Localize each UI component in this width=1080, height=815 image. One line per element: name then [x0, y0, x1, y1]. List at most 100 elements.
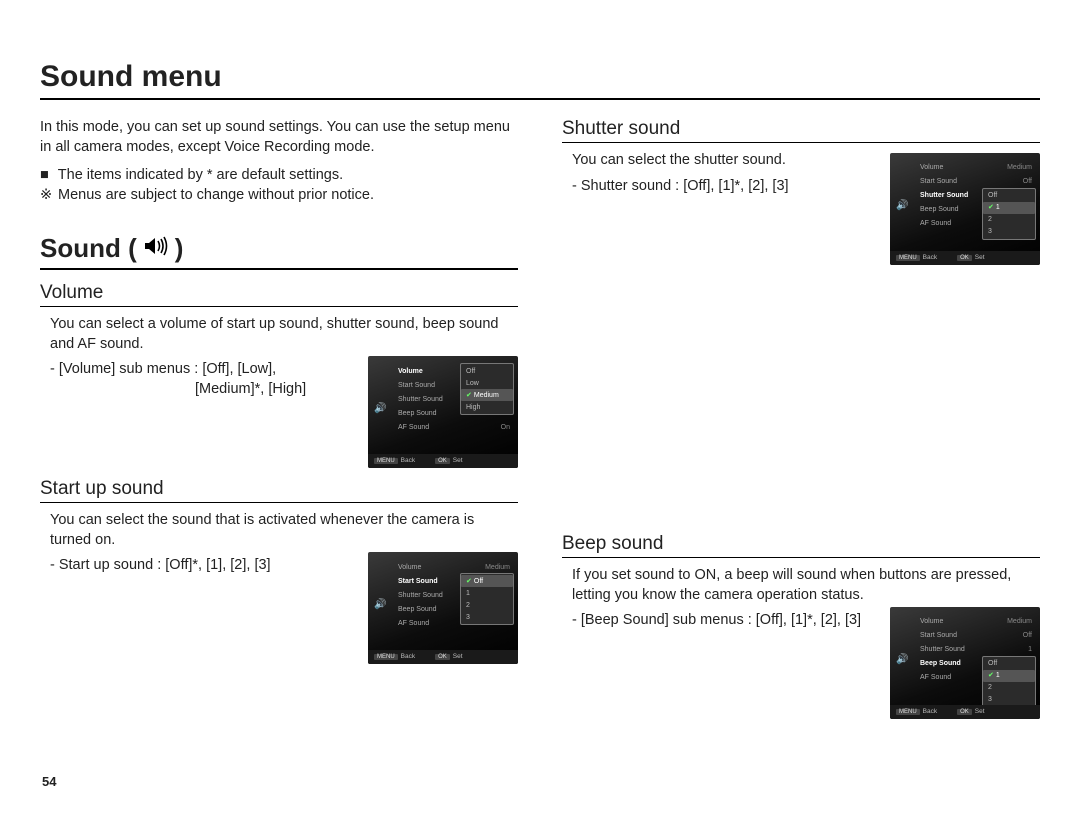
lcd-popup-item-selected: ✔Off: [461, 575, 513, 587]
lcd-value: Off: [1023, 177, 1032, 186]
sound-heading-text: Sound (: [40, 233, 137, 264]
lcd-screenshot-volume: 🔊 Volume Start SoundOff Shutter Sound1 B…: [368, 356, 518, 468]
lcd-set-label: Set: [453, 653, 463, 660]
lcd-footer: MENUBack OKSet: [368, 454, 518, 468]
check-icon: ✔: [988, 671, 994, 680]
lcd-popup-item: 1: [461, 587, 513, 599]
lcd-popup-item: Low: [461, 377, 513, 389]
lcd-footer: MENUBack OKSet: [368, 650, 518, 664]
page-title: Sound menu: [40, 60, 1040, 100]
lcd-back-label: Back: [401, 457, 415, 464]
lcd-menu-button: MENU: [896, 255, 920, 261]
lcd-back-label: Back: [923, 708, 937, 715]
lcd-ok-button: OK: [435, 654, 450, 660]
lcd-item: AF Sound: [398, 423, 429, 432]
lcd-popup-item-selected: ✔1: [983, 202, 1035, 214]
lcd-popup-item: High: [461, 401, 513, 413]
beep-section: If you set sound to ON, a beep will soun…: [562, 566, 1040, 719]
lcd-popup-item: 2: [461, 599, 513, 611]
sound-heading: Sound ( ): [40, 233, 518, 270]
lcd-popup-item: 2: [983, 214, 1035, 226]
startup-desc: You can select the sound that is activat…: [50, 511, 518, 550]
note-defaults-text: The items indicated by * are default set…: [58, 167, 343, 183]
lcd-item: Shutter Sound: [920, 645, 965, 654]
lcd-set-label: Set: [453, 457, 463, 464]
volume-submenu-line2: [Medium]*, [High]: [50, 380, 354, 400]
lcd-item: Volume: [398, 563, 421, 572]
lcd-item: AF Sound: [920, 673, 951, 682]
check-icon: ✔: [466, 577, 472, 586]
note-change-text: Menus are subject to change without prio…: [58, 187, 374, 203]
lcd-popup-item: Off: [461, 365, 513, 377]
beep-submenu-line: - [Beep Sound] sub menus : [Off], [1]*, …: [572, 611, 876, 631]
lcd-popup-item-selected: ✔1: [983, 670, 1035, 682]
lcd-back-label: Back: [923, 254, 937, 261]
volume-subheading: Volume: [40, 282, 518, 307]
lcd-item: Shutter Sound: [398, 591, 443, 600]
startup-submenu-line: - Start up sound : [Off]*, [1], [2], [3]: [50, 556, 354, 576]
lcd-item: Volume: [398, 367, 423, 376]
lcd-ok-button: OK: [957, 709, 972, 715]
spacer: [562, 265, 1040, 523]
lcd-popup-item: 2: [983, 682, 1035, 694]
left-column: In this mode, you can set up sound setti…: [40, 118, 518, 719]
lcd-set-label: Set: [975, 708, 985, 715]
lcd-item: Shutter Sound: [920, 191, 968, 200]
lcd-popup-label: 1: [996, 203, 1000, 212]
lcd-menu-button: MENU: [374, 654, 398, 660]
lcd-item: Volume: [920, 163, 943, 172]
lcd-ok-button: OK: [957, 255, 972, 261]
lcd-screenshot-beep: 🔊 Volume Medium Start Sound Off Shutter So…: [890, 607, 1040, 719]
lcd-set-label: Set: [975, 254, 985, 261]
check-icon: ✔: [466, 391, 472, 400]
lcd-popup-item-selected: ✔Medium: [461, 389, 513, 401]
right-column: Shutter sound You can select the shutter…: [562, 118, 1040, 719]
lcd-popup-item: 3: [983, 226, 1035, 238]
lcd-item: Start Sound: [920, 177, 957, 186]
lcd-screenshot-shutter: 🔊 Volume Medium Start Sound Off Shutter So…: [890, 153, 1040, 265]
lcd-item: Beep Sound: [398, 409, 437, 418]
lcd-item: Beep Sound: [398, 605, 437, 614]
check-icon: ✔: [988, 203, 994, 212]
lcd-popup-label: 1: [996, 671, 1000, 680]
lcd-footer: MENUBack OKSet: [890, 705, 1040, 719]
shutter-section: You can select the shutter sound. - Shut…: [562, 151, 1040, 265]
shutter-subheading: Shutter sound: [562, 118, 1040, 143]
shutter-desc: You can select the shutter sound.: [572, 151, 876, 171]
volume-submenu-line1: - [Volume] sub menus : [Off], [Low],: [50, 360, 354, 380]
lcd-item: AF Sound: [920, 219, 951, 228]
reference-mark-icon: ※: [40, 187, 54, 203]
lcd-speaker-icon: 🔊: [896, 653, 910, 667]
lcd-item: Shutter Sound: [398, 395, 443, 404]
lcd-popup-label: Medium: [474, 391, 499, 400]
shutter-submenu-line: - Shutter sound : [Off], [1]*, [2], [3]: [572, 177, 876, 197]
lcd-menu-button: MENU: [374, 458, 398, 464]
volume-section: You can select a volume of start up soun…: [40, 315, 518, 468]
lcd-item: Volume: [920, 617, 943, 626]
lcd-back-label: Back: [401, 653, 415, 660]
lcd-speaker-icon: 🔊: [896, 199, 910, 213]
lcd-value: Off: [1023, 631, 1032, 640]
lcd-value: Medium: [1007, 617, 1032, 626]
lcd-screenshot-startup: 🔊 VolumeMedium Start Sound Shutter Sound…: [368, 552, 518, 664]
lcd-popup-label: Off: [474, 577, 483, 586]
lcd-menu-button: MENU: [896, 709, 920, 715]
beep-subheading: Beep sound: [562, 533, 1040, 558]
lcd-value: Medium: [485, 563, 510, 572]
lcd-item: Start Sound: [920, 631, 957, 640]
startup-section: You can select the sound that is activat…: [40, 511, 518, 664]
speaker-icon: [143, 233, 169, 264]
volume-desc: You can select a volume of start up soun…: [50, 315, 518, 354]
note-change: ※ Menus are subject to change without pr…: [40, 187, 518, 203]
lcd-value: 1: [1028, 645, 1032, 654]
lcd-speaker-icon: 🔊: [374, 598, 388, 612]
lcd-item: Beep Sound: [920, 205, 959, 214]
sound-heading-close: ): [175, 233, 184, 264]
lcd-value: Medium: [1007, 163, 1032, 172]
square-bullet-icon: ■: [40, 167, 54, 183]
lcd-footer: MENUBack OKSet: [890, 251, 1040, 265]
lcd-popup-item: Off: [983, 658, 1035, 670]
lcd-popup-item: Off: [983, 190, 1035, 202]
lcd-item: AF Sound: [398, 619, 429, 628]
lcd-item: Beep Sound: [920, 659, 961, 668]
